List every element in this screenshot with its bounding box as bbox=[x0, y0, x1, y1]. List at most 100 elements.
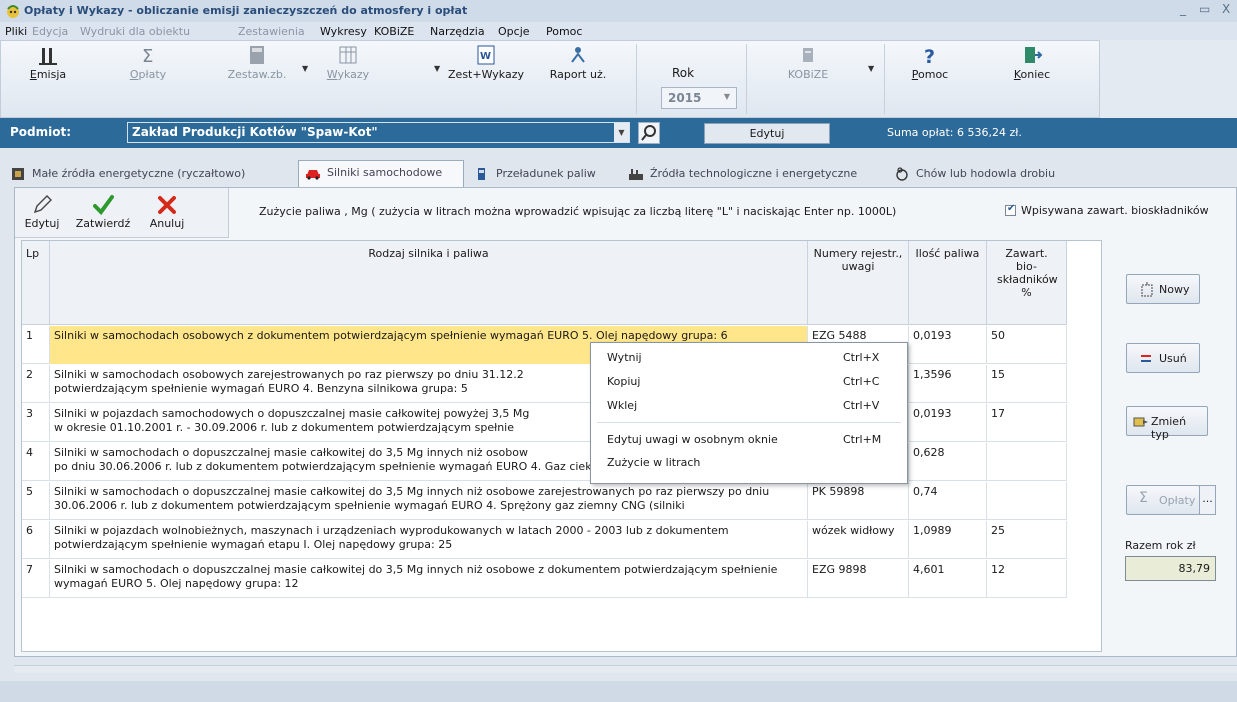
zatwierdz-button[interactable]: Zatwierdź bbox=[69, 192, 137, 236]
menu-pomoc[interactable]: Pomoc bbox=[546, 25, 582, 38]
anuluj-button[interactable]: Anuluj bbox=[141, 192, 193, 236]
menu-item-kopiuj[interactable]: Kopiuj Ctrl+C bbox=[591, 370, 907, 392]
cell-desc[interactable]: Silniki w samochodach o dopuszczalnej ma… bbox=[50, 482, 808, 520]
table-row[interactable]: 5 Silniki w samochodach o dopuszczalnej m… bbox=[22, 482, 1067, 520]
usun-button[interactable]: Usuń bbox=[1126, 343, 1200, 373]
more-button[interactable]: ... bbox=[1199, 485, 1216, 515]
cell-lp[interactable]: 4 bbox=[22, 443, 50, 481]
nowy-button[interactable]: Nowy bbox=[1126, 274, 1200, 304]
cell-ilosc[interactable]: 0,74 bbox=[909, 482, 987, 520]
oplaty-button[interactable]: Σ Opłaty bbox=[120, 40, 176, 116]
cell-ilosc[interactable]: 1,0989 bbox=[909, 521, 987, 559]
cell-desc[interactable]: Silniki w pojazdach wolnobieżnych, maszy… bbox=[50, 521, 808, 559]
podmiot-label: Podmiot: bbox=[10, 125, 72, 139]
kobize-button[interactable]: KOBiZE bbox=[770, 40, 846, 116]
menu-edycja[interactable]: Edycja bbox=[32, 25, 68, 38]
chevron-down-icon[interactable]: ▼ bbox=[614, 123, 629, 142]
cell-bio[interactable]: 50 bbox=[987, 326, 1067, 364]
zest-wykazy-button[interactable]: W Zest+Wykazy bbox=[446, 40, 526, 116]
koniec-button[interactable]: Koniec bbox=[1004, 40, 1060, 116]
menu-zestawienia[interactable]: Zestawienia bbox=[238, 25, 305, 38]
wykazy-button[interactable]: Wykazy bbox=[320, 40, 376, 116]
wykazy-dropdown-icon[interactable]: ▼ bbox=[434, 64, 440, 73]
edytuj-button[interactable]: Edytuj bbox=[19, 192, 65, 236]
menu-item-zuzycie-litrach[interactable]: Zużycie w litrach bbox=[591, 451, 907, 473]
cell-lp[interactable]: 2 bbox=[22, 365, 50, 403]
report-person-icon bbox=[571, 47, 585, 63]
sigma-icon: Σ bbox=[1139, 490, 1148, 506]
cell-reg[interactable]: PK 59898 bbox=[808, 482, 909, 520]
edit-podmiot-button[interactable]: Edytuj bbox=[704, 123, 830, 144]
cell-ilosc[interactable]: 0,628 bbox=[909, 443, 987, 481]
tab-zrodla-tech[interactable]: Źródła technologiczne i energetyczne bbox=[622, 162, 884, 186]
search-button[interactable] bbox=[638, 122, 660, 144]
table-row[interactable]: 6 Silniki w pojazdach wolnobieżnych, masz… bbox=[22, 521, 1067, 559]
cell-bio[interactable] bbox=[987, 482, 1067, 520]
menu-item-wytnij[interactable]: Wytnij Ctrl+X bbox=[591, 346, 907, 368]
header-numery[interactable]: Numery rejestr., uwagi bbox=[808, 241, 909, 325]
bio-checkbox-label: Wpisywana zawart. bioskładników bbox=[1021, 204, 1209, 217]
cell-bio[interactable]: 17 bbox=[987, 404, 1067, 442]
header-rodzaj[interactable]: Rodzaj silnika i paliwa bbox=[50, 241, 808, 325]
table-row[interactable]: 7 Silniki w samochodach o dopuszczalnej m… bbox=[22, 560, 1067, 598]
table-icon bbox=[339, 46, 357, 64]
checkmark-icon bbox=[93, 195, 114, 216]
pencil-icon bbox=[33, 195, 52, 214]
tab-male-zrodla[interactable]: Małe źródła energetyczne (ryczałtowo) bbox=[4, 162, 294, 186]
cell-bio[interactable] bbox=[987, 443, 1067, 481]
menu-kobize[interactable]: KOBiZE bbox=[374, 25, 414, 38]
kobize-dropdown-icon[interactable]: ▼ bbox=[868, 64, 874, 73]
tab-silniki[interactable]: Silniki samochodowe bbox=[298, 160, 464, 187]
tab-przeladunek[interactable]: Przeładunek paliw bbox=[468, 162, 618, 186]
zestaw-dropdown-icon[interactable]: ▼ bbox=[302, 64, 308, 73]
oplaty-side-button[interactable]: Σ Opłaty bbox=[1126, 485, 1200, 515]
cell-reg[interactable]: EZG 9898 bbox=[808, 560, 909, 598]
cell-bio[interactable]: 12 bbox=[987, 560, 1067, 598]
cell-bio[interactable]: 25 bbox=[987, 521, 1067, 559]
cell-ilosc[interactable]: 1,3596 bbox=[909, 365, 987, 403]
maximize-button[interactable]: ▭ bbox=[1199, 2, 1210, 16]
cell-ilosc[interactable]: 0,0193 bbox=[909, 404, 987, 442]
raport-button[interactable]: Raport uż. bbox=[538, 40, 618, 116]
menu-opcje[interactable]: Opcje bbox=[498, 25, 530, 38]
tab-chow[interactable]: Chów lub hodowla drobiu bbox=[888, 162, 1088, 186]
table-row[interactable]: 3 Silniki w pojazdach samochodowych o dop… bbox=[22, 404, 1067, 442]
close-button[interactable]: X bbox=[1222, 2, 1230, 16]
cell-ilosc[interactable]: 0,0193 bbox=[909, 326, 987, 364]
table-row[interactable]: 4 Silniki w samochodach o dopuszczalnej m… bbox=[22, 443, 1067, 481]
pomoc-button[interactable]: ? Pomoc bbox=[902, 40, 958, 116]
svg-text:?: ? bbox=[924, 46, 935, 66]
podmiot-select[interactable]: Zakład Produkcji Kotłów "Spaw-Kot" ▼ bbox=[127, 122, 630, 143]
table-row[interactable]: 1 Silniki w samochodach osobowych z dokum… bbox=[22, 326, 1067, 364]
emisja-button[interactable]: Emisja bbox=[20, 40, 76, 116]
minimize-button[interactable]: _ bbox=[1180, 2, 1186, 16]
cell-lp[interactable]: 1 bbox=[22, 326, 50, 364]
bio-checkbox[interactable]: ✔ bbox=[1005, 203, 1016, 216]
menu-item-edytuj-uwagi[interactable]: Edytuj uwagi w osobnym oknie Ctrl+M bbox=[591, 428, 907, 450]
razem-value: 83,79 bbox=[1125, 556, 1216, 581]
cell-lp[interactable]: 7 bbox=[22, 560, 50, 598]
zestaw-zb-button[interactable]: Zestaw.zb. bbox=[220, 40, 294, 116]
cell-bio[interactable]: 15 bbox=[987, 365, 1067, 403]
change-type-icon bbox=[1133, 417, 1148, 427]
cell-ilosc[interactable]: 4,601 bbox=[909, 560, 987, 598]
cell-lp[interactable]: 5 bbox=[22, 482, 50, 520]
cell-desc[interactable]: Silniki w samochodach o dopuszczalnej ma… bbox=[50, 560, 808, 598]
menu-narzedzia[interactable]: Narzędzia bbox=[430, 25, 485, 38]
cell-lp[interactable]: 6 bbox=[22, 521, 50, 559]
car-icon bbox=[306, 170, 320, 180]
table-row[interactable]: 2 Silniki w samochodach osobowych zarejes… bbox=[22, 365, 1067, 403]
cell-lp[interactable]: 3 bbox=[22, 404, 50, 442]
menu-wykresy[interactable]: Wykresy bbox=[320, 25, 367, 38]
header-ilosc[interactable]: Ilość paliwa bbox=[909, 241, 987, 325]
menu-pliki[interactable]: Pliki bbox=[5, 25, 27, 38]
zmien-typ-button[interactable]: Zmień typ bbox=[1126, 406, 1208, 441]
header-lp[interactable]: Lp bbox=[22, 241, 50, 325]
horizontal-scrollbar[interactable] bbox=[14, 665, 1237, 673]
rok-select[interactable]: 2015 ▼ bbox=[661, 87, 737, 109]
menu-item-wklej[interactable]: Wklej Ctrl+V bbox=[591, 394, 907, 416]
sigma-icon: Σ bbox=[142, 46, 153, 66]
header-bio[interactable]: Zawart. bio- składników % bbox=[987, 241, 1067, 325]
menu-wydruki[interactable]: Wydruki dla obiektu bbox=[80, 25, 190, 38]
cell-reg[interactable]: wózek widłowy bbox=[808, 521, 909, 559]
